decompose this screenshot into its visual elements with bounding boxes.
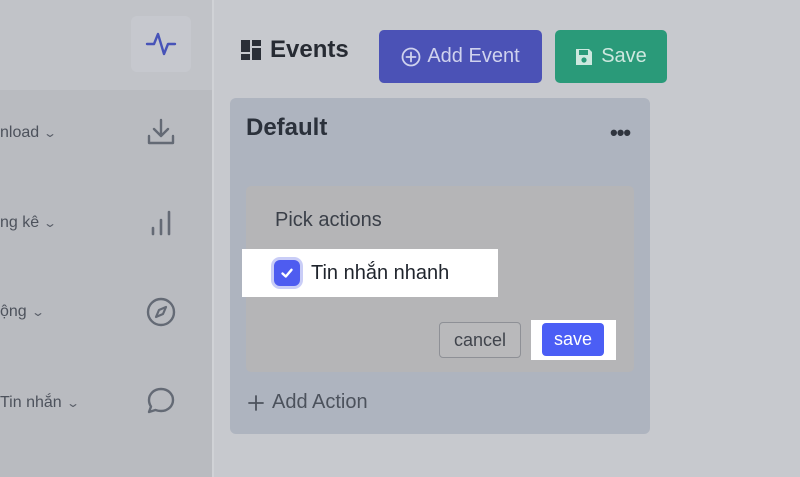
- chevron-down-icon: ⌄: [30, 305, 45, 319]
- activity-icon: [145, 32, 177, 56]
- option-label: Tin nhắn nhanh: [311, 261, 450, 284]
- chevron-down-icon: ⌄: [43, 126, 58, 140]
- sidebar-item-label: nload: [0, 124, 40, 141]
- add-action-label: Add Action: [272, 391, 368, 413]
- sidebar-item-download[interactable]: nload ⌄: [0, 124, 58, 142]
- add-event-button[interactable]: Add Event: [379, 30, 542, 83]
- save-label: Save: [601, 45, 647, 67]
- compass-icon[interactable]: [145, 296, 177, 328]
- sidebar-item-label: Tin nhắn: [0, 394, 62, 411]
- dashboard-icon: [241, 40, 261, 60]
- chevron-down-icon: ⌄: [43, 216, 58, 230]
- page-title-text: Events: [270, 36, 349, 63]
- chevron-down-icon: ⌄: [65, 396, 80, 410]
- sidebar-item-statistics[interactable]: ng kê ⌄: [0, 214, 58, 232]
- add-event-label: Add Event: [427, 45, 520, 67]
- bar-chart-icon[interactable]: [145, 206, 177, 238]
- more-options-icon[interactable]: •••: [610, 120, 631, 146]
- option-checkbox[interactable]: [274, 260, 300, 286]
- sidebar-divider: [212, 0, 214, 477]
- sidebar-item-activity[interactable]: ộng ⌄: [0, 303, 45, 321]
- sidebar-item-label: ng kê: [0, 214, 40, 231]
- checkmark-icon: [281, 268, 293, 278]
- page-title: Events: [240, 36, 349, 64]
- plus-circle-icon: [401, 47, 421, 66]
- pick-actions-title: Pick actions: [275, 209, 382, 231]
- download-icon[interactable]: [145, 116, 177, 148]
- plus-icon: [248, 394, 264, 411]
- floppy-disk-icon: [576, 48, 593, 65]
- action-option-quick-message[interactable]: Tin nhắn nhanh: [242, 249, 498, 297]
- save-button[interactable]: Save: [555, 30, 667, 83]
- sidebar-item-label: ộng: [0, 303, 27, 320]
- message-icon[interactable]: [145, 385, 177, 417]
- add-action-button[interactable]: Add Action: [248, 391, 368, 414]
- cancel-button[interactable]: cancel: [439, 322, 521, 358]
- sidebar-item-messages[interactable]: Tin nhắn ⌄: [0, 394, 80, 412]
- picker-save-button[interactable]: save: [542, 323, 604, 356]
- event-card-title: Default: [246, 114, 328, 141]
